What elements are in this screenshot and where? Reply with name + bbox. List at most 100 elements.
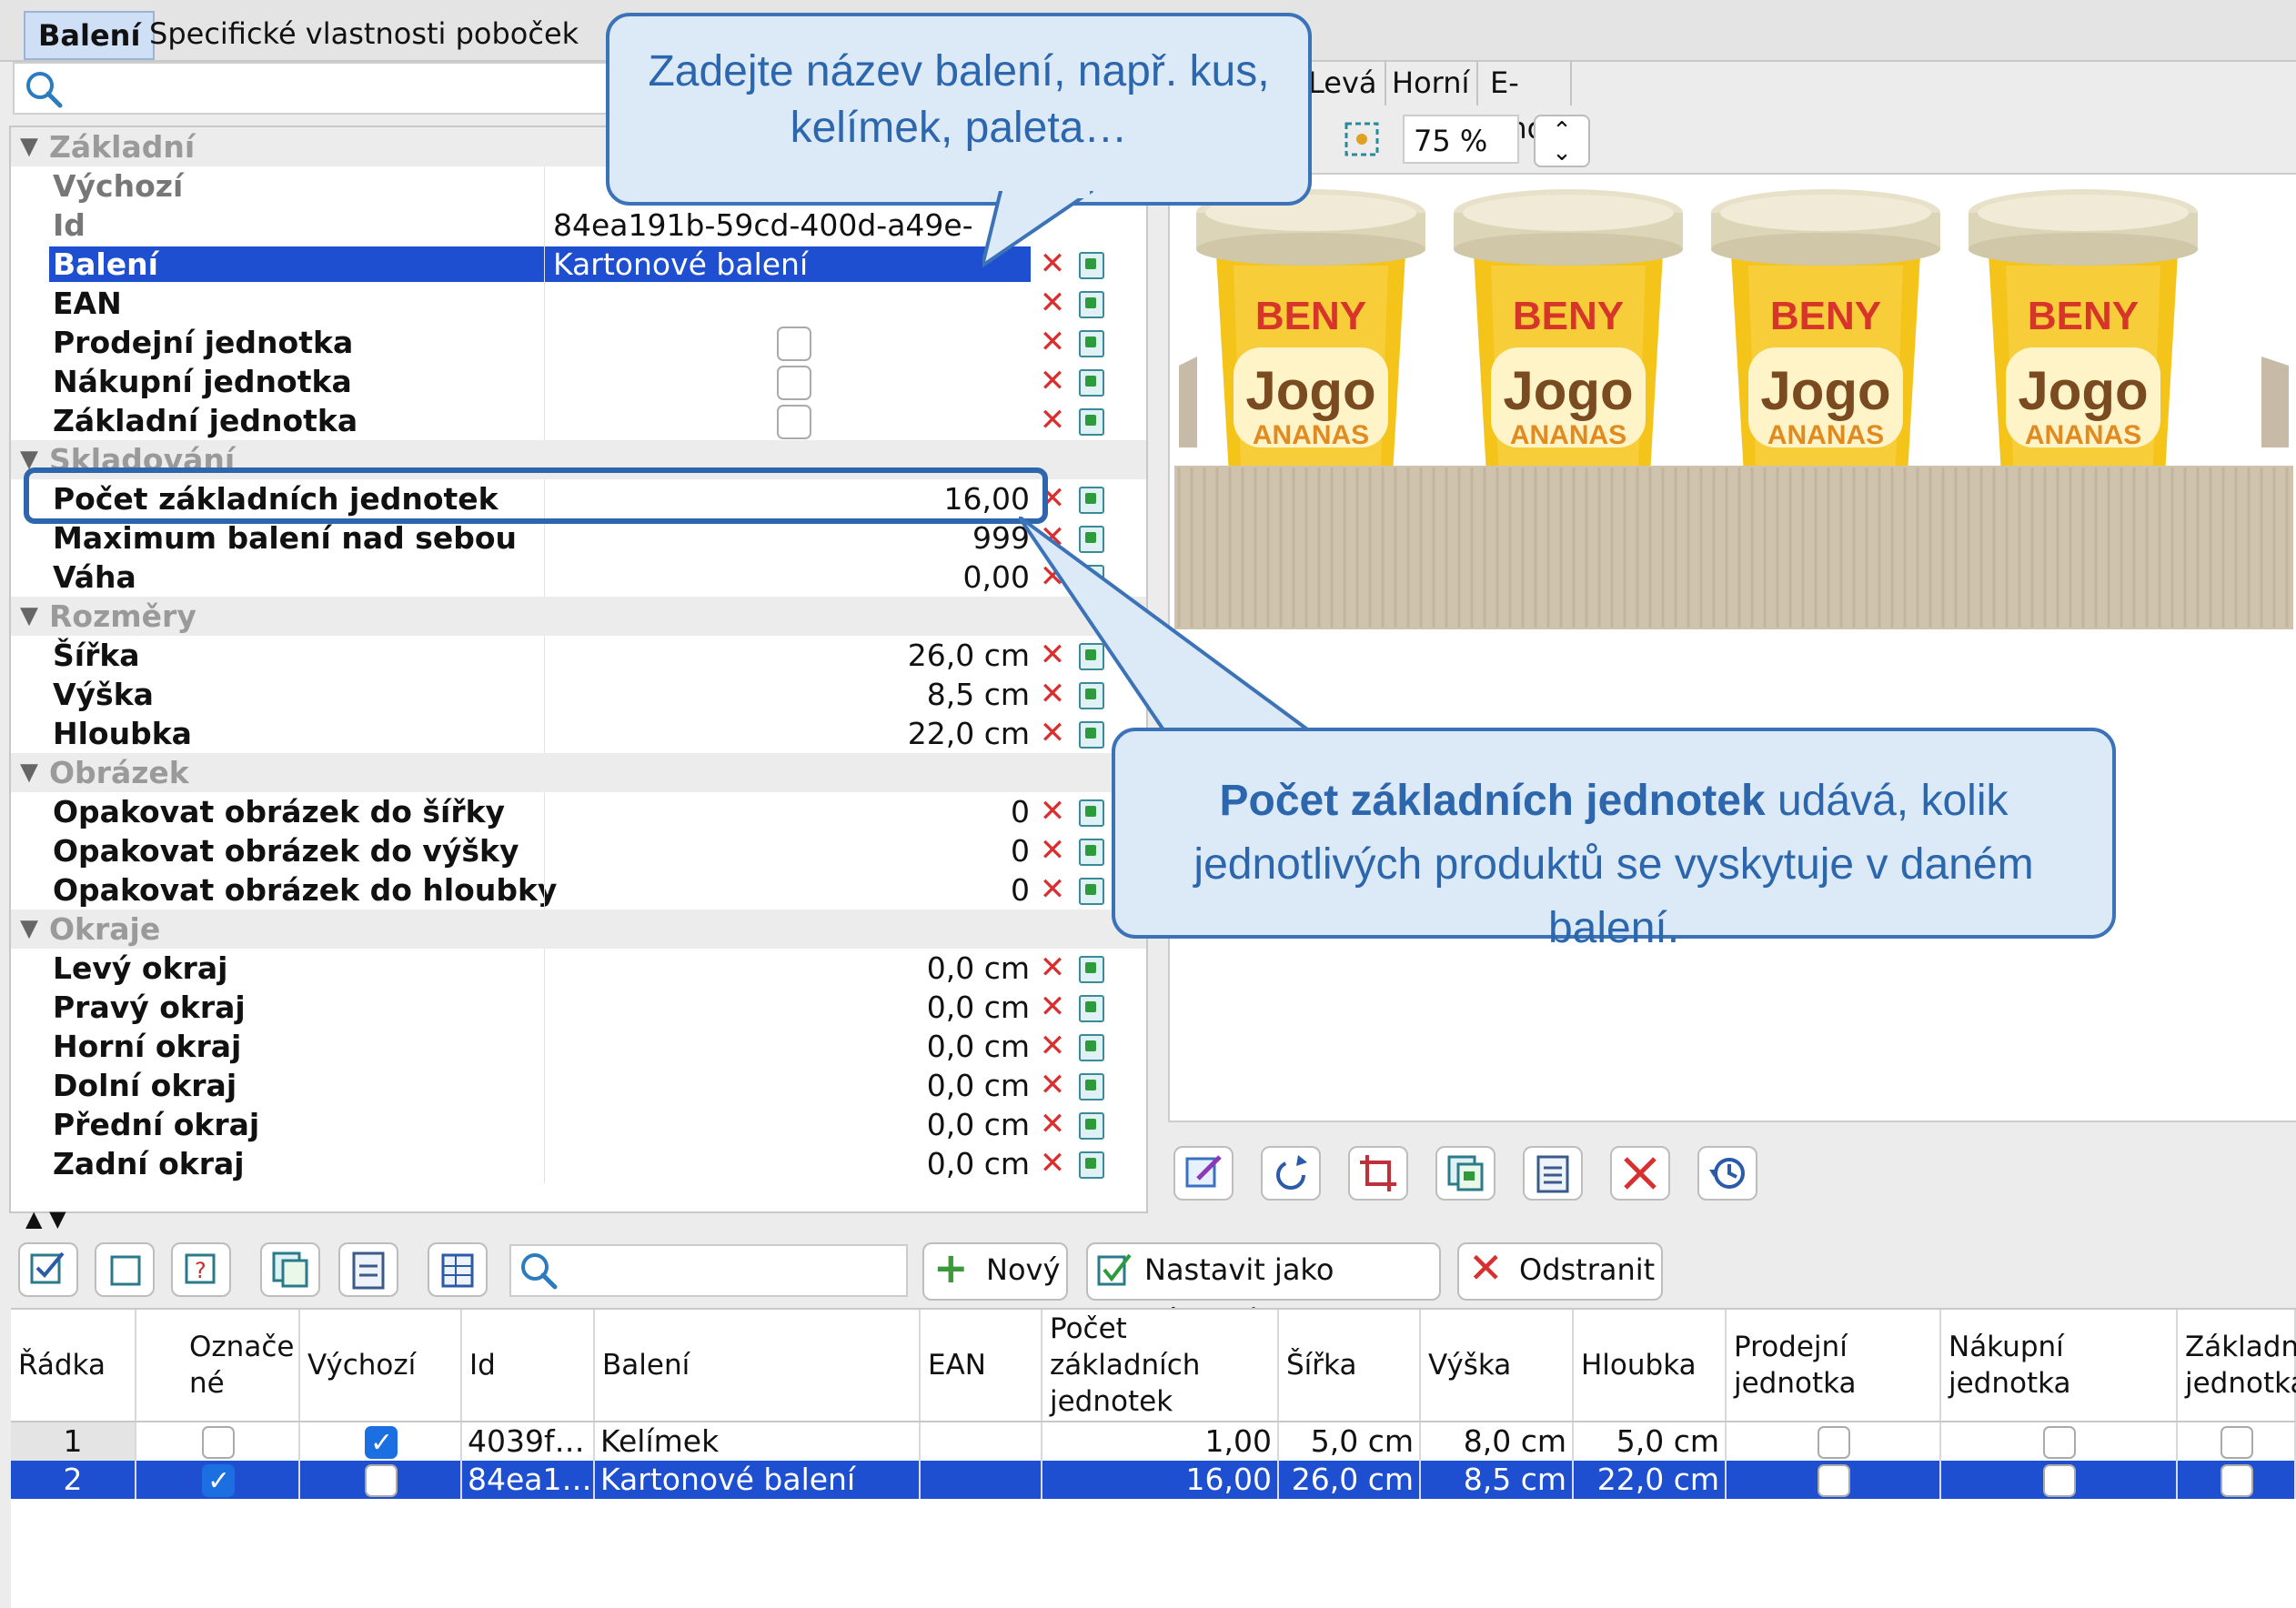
clear-value-icon[interactable]: ✕	[1039, 327, 1066, 357]
property-row[interactable]: Horní okraj 0,0 cm ✕	[11, 1027, 1146, 1066]
clear-value-icon[interactable]: ✕	[1039, 835, 1066, 866]
table-search-input[interactable]	[509, 1244, 908, 1297]
property-value[interactable]: 0,00	[544, 558, 1030, 597]
delete-image-button[interactable]	[1610, 1146, 1670, 1201]
remove-button[interactable]: ✕ Odstranit	[1457, 1242, 1663, 1301]
property-row[interactable]: Opakovat obrázek do výšky 0 ✕	[11, 831, 1146, 870]
property-value[interactable]: 0,0 cm	[544, 1066, 1030, 1105]
copy-value-icon[interactable]	[1079, 291, 1104, 318]
copy-value-icon[interactable]	[1079, 1151, 1104, 1179]
table-cell[interactable]	[1727, 1461, 1941, 1499]
table-cell[interactable]	[1941, 1461, 2178, 1499]
column-header[interactable]: Šířka	[1279, 1310, 1421, 1421]
table-cell[interactable]: 4039f…	[462, 1422, 595, 1461]
property-value[interactable]: 0	[544, 831, 1030, 870]
table-cell[interactable]: 16,00	[1042, 1461, 1279, 1499]
table-cell[interactable]	[1727, 1422, 1941, 1461]
table-cell[interactable]: 5,0 cm	[1279, 1422, 1421, 1461]
property-checkbox[interactable]	[777, 366, 811, 400]
copy-value-icon[interactable]	[1079, 799, 1104, 827]
property-checkbox[interactable]	[777, 327, 811, 361]
paste-row-button[interactable]	[338, 1242, 398, 1297]
property-row[interactable]: Dolní okraj 0,0 cm ✕	[11, 1066, 1146, 1105]
column-header[interactable]: Výchozí	[300, 1310, 462, 1421]
column-header[interactable]: Řádka	[11, 1310, 136, 1421]
copy-value-icon[interactable]	[1079, 408, 1104, 436]
edit-image-button[interactable]	[1173, 1146, 1234, 1201]
export-button[interactable]	[428, 1242, 488, 1297]
property-row[interactable]: Opakovat obrázek do hloubky 0 ✕	[11, 870, 1146, 910]
row-checkbox[interactable]	[2220, 1464, 2253, 1497]
property-row[interactable]: Hloubka 22,0 cm ✕	[11, 714, 1146, 753]
table-cell[interactable]	[921, 1422, 1042, 1461]
copy-value-icon[interactable]	[1079, 487, 1104, 514]
row-checkbox[interactable]	[1818, 1464, 1850, 1497]
table-cell[interactable]	[300, 1422, 462, 1461]
property-value[interactable]: 84ea191b-59cd-400d-a49e-	[544, 206, 1039, 245]
new-button[interactable]: + Nový	[922, 1242, 1068, 1301]
property-row[interactable]: Přední okraj 0,0 cm ✕	[11, 1105, 1146, 1144]
column-header[interactable]: Nákupní jednotka	[1941, 1310, 2178, 1421]
row-checkbox[interactable]	[202, 1426, 235, 1459]
clear-value-icon[interactable]: ✕	[1039, 287, 1066, 318]
collapse-triangle-icon[interactable]: ▼	[20, 127, 38, 166]
column-header[interactable]: Označe né	[136, 1310, 300, 1421]
property-row[interactable]: Zadní okraj 0,0 cm ✕	[11, 1144, 1146, 1183]
tab-eshop[interactable]: E-Shop	[1483, 60, 1573, 146]
clear-value-icon[interactable]: ✕	[1039, 1109, 1066, 1140]
copy-image-button[interactable]	[1435, 1146, 1495, 1201]
row-checkbox[interactable]	[202, 1462, 235, 1499]
property-row[interactable]: Maximum balení nad sebou 999 ✕	[11, 518, 1146, 558]
set-default-button[interactable]: Nastavit jako výchozí	[1086, 1242, 1441, 1338]
row-checkbox[interactable]	[365, 1464, 398, 1497]
property-value[interactable]: 0,0 cm	[544, 1027, 1030, 1066]
clear-value-icon[interactable]: ✕	[1039, 991, 1066, 1022]
clear-value-icon[interactable]: ✕	[1039, 796, 1066, 827]
tab-leva[interactable]: Levá	[1301, 60, 1386, 106]
property-row[interactable]: Opakovat obrázek do šířky 0 ✕	[11, 792, 1146, 831]
property-value[interactable]: 0	[544, 870, 1030, 910]
rotate-button[interactable]	[1261, 1146, 1321, 1201]
zoom-stepper[interactable]: ⌃ ⌄	[1534, 115, 1590, 167]
collapse-triangle-icon[interactable]: ▼	[20, 597, 38, 636]
column-header[interactable]: Hloubka	[1574, 1310, 1727, 1421]
table-row[interactable]: 14039f…Kelímek1,005,0 cm8,0 cm5,0 cm	[11, 1422, 2296, 1461]
table-cell[interactable]: Kelímek	[595, 1422, 921, 1461]
property-row[interactable]: Id 84ea191b-59cd-400d-a49e-	[11, 206, 1146, 245]
splitter-arrows-icon[interactable]: ▲ ▼	[25, 1206, 66, 1231]
copy-row-button[interactable]	[260, 1242, 320, 1297]
property-row[interactable]: Prodejní jednotka ✕	[11, 323, 1146, 362]
property-value[interactable]: 999	[544, 518, 1030, 558]
property-checkbox[interactable]	[777, 405, 811, 439]
property-row[interactable]: Balení Kartonové balení ✕	[11, 245, 1146, 284]
tab-specificke-vlastnosti[interactable]: Specifické vlastnosti poboček	[136, 11, 591, 56]
copy-value-icon[interactable]	[1079, 369, 1104, 397]
column-header[interactable]: Základní jednotka	[2178, 1310, 2296, 1421]
property-search-input[interactable]	[13, 62, 617, 115]
property-value[interactable]: 0,0 cm	[544, 988, 1030, 1027]
column-header[interactable]: Počet základních jednotek	[1042, 1310, 1279, 1421]
clear-value-icon[interactable]: ✕	[1039, 952, 1066, 983]
check-all-button[interactable]	[18, 1242, 78, 1297]
copy-value-icon[interactable]	[1079, 839, 1104, 866]
clear-value-icon[interactable]: ✕	[1039, 1070, 1066, 1100]
row-checkbox[interactable]	[2043, 1426, 2076, 1459]
copy-value-icon[interactable]	[1079, 995, 1104, 1022]
uncheck-all-button[interactable]	[95, 1242, 155, 1297]
clear-value-icon[interactable]: ✕	[1039, 405, 1066, 436]
collapse-triangle-icon[interactable]: ▼	[20, 753, 38, 792]
column-header[interactable]: Prodejní jednotka	[1727, 1310, 1941, 1421]
property-value[interactable]: 0,0 cm	[544, 949, 1030, 988]
table-cell[interactable]: 84ea1…	[462, 1461, 595, 1499]
property-value[interactable]: 0	[544, 792, 1030, 831]
row-checkbox[interactable]	[2043, 1464, 2076, 1497]
column-header[interactable]: EAN	[921, 1310, 1042, 1421]
column-header[interactable]: Id	[462, 1310, 595, 1421]
property-row[interactable]: Základní jednotka ✕	[11, 401, 1146, 440]
property-value[interactable]	[544, 284, 1030, 323]
category-row[interactable]: ▼ Rozměry	[11, 597, 1146, 636]
property-row[interactable]: Šířka 26,0 cm ✕	[11, 636, 1146, 675]
tab-baleni[interactable]: Balení	[24, 11, 156, 60]
table-cell[interactable]: 5,0 cm	[1574, 1422, 1727, 1461]
table-cell[interactable]	[2178, 1422, 2296, 1461]
